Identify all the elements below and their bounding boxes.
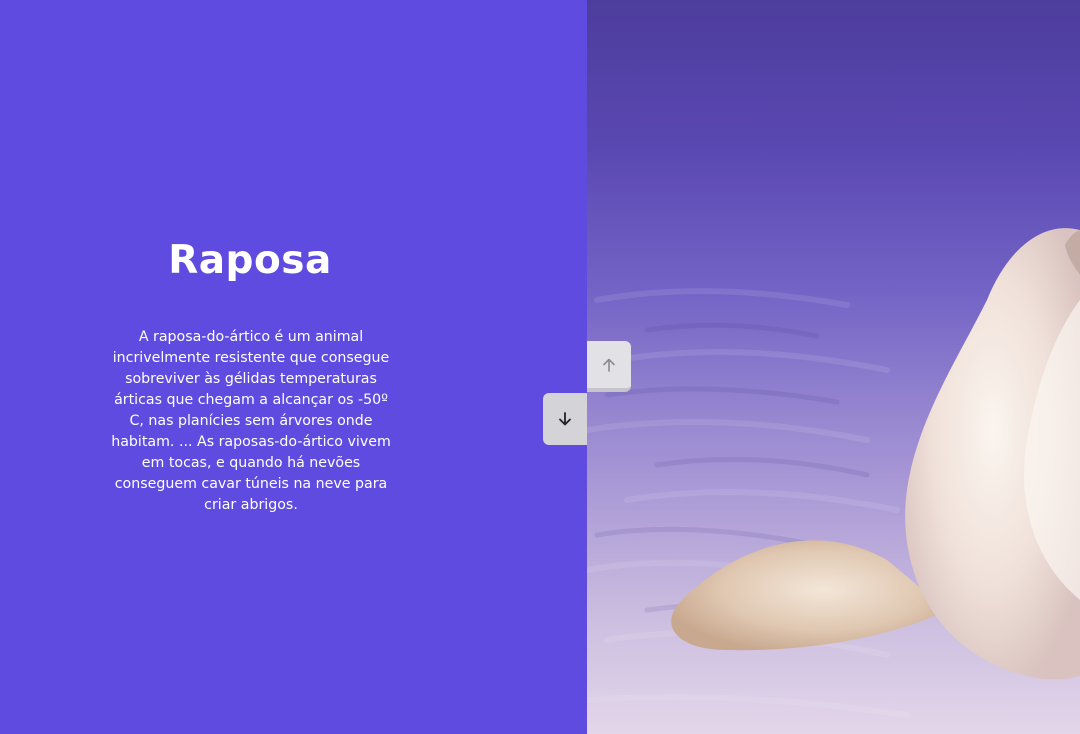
vertical-slider: Raposa A raposa-do-ártico é um animal in… xyxy=(0,0,1080,734)
arctic-fox-image xyxy=(587,0,1080,734)
slide-up-button[interactable] xyxy=(587,341,631,392)
slide-description: A raposa-do-ártico é um animal incrivelm… xyxy=(111,329,391,513)
image-panel xyxy=(587,0,1080,734)
arrow-up-icon xyxy=(603,358,615,372)
arrow-down-icon xyxy=(559,412,571,426)
slide-title: Raposa xyxy=(168,238,332,283)
content-panel: Raposa A raposa-do-ártico é um animal in… xyxy=(0,0,587,734)
slide-down-button[interactable] xyxy=(543,393,587,445)
